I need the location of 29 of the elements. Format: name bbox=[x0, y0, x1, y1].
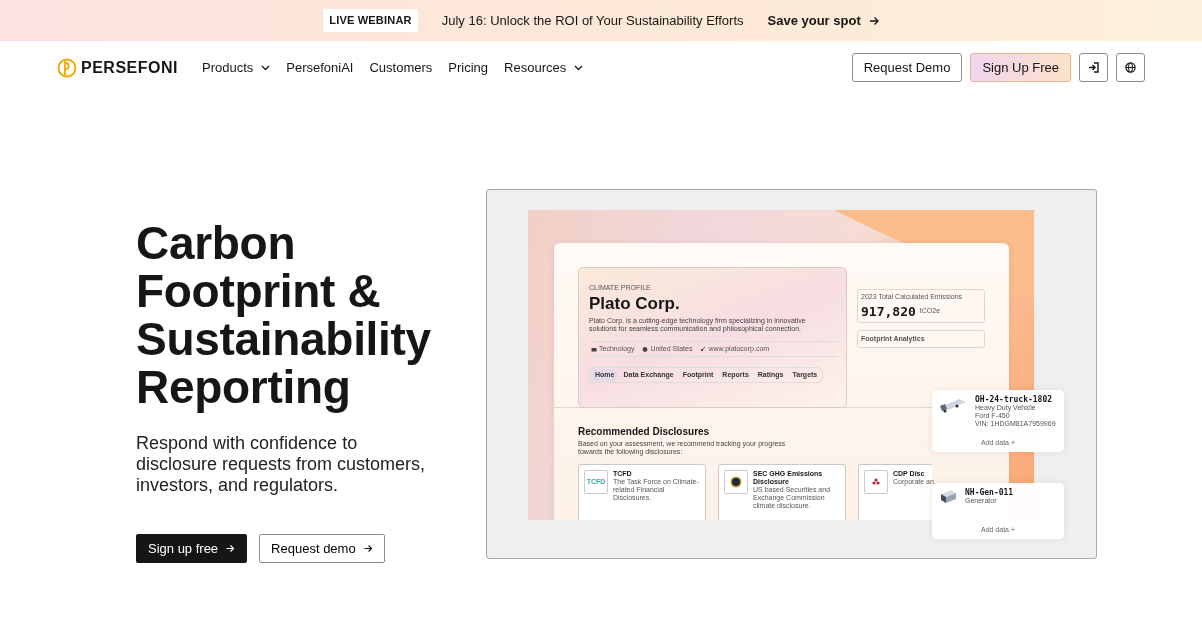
badge: LIVE WEBINAR bbox=[323, 9, 418, 32]
seal-icon bbox=[730, 476, 742, 488]
sign-up-button[interactable]: Sign Up Free bbox=[970, 53, 1071, 82]
request-demo-button[interactable]: Request demo bbox=[259, 534, 385, 563]
request-demo-button[interactable]: Request Demo bbox=[851, 53, 963, 82]
nav-link[interactable]: Products bbox=[201, 57, 271, 78]
generator-icon bbox=[939, 488, 957, 504]
asset-name: OH-24-truck-1802 bbox=[975, 395, 1054, 404]
login-button[interactable] bbox=[1079, 53, 1108, 82]
login-icon bbox=[1088, 62, 1099, 73]
language-button[interactable] bbox=[1116, 53, 1145, 82]
nav-link[interactable]: PersefoniAI bbox=[286, 57, 354, 78]
sign-up-free-button[interactable]: Sign up free bbox=[136, 534, 248, 563]
nav-link[interactable]: Resources bbox=[504, 57, 584, 78]
banner-text: July 16: Unlock the ROI of Your Sustainability Efforts bbox=[441, 11, 744, 30]
hero-title: Carbon Footprint & Sustainability Reporting bbox=[136, 219, 432, 411]
nav-link[interactable]: Pricing bbox=[448, 57, 489, 78]
arrow-right-icon bbox=[363, 544, 373, 553]
logo-text: PERSEFONI bbox=[81, 57, 178, 78]
banner-link[interactable]: Save your spot bbox=[767, 10, 879, 31]
emissions-value: 917,820 bbox=[861, 304, 916, 319]
section-title: Recommended Disclosures bbox=[578, 426, 711, 438]
hero-subtitle: Respond with confidence to disclosure requests from customers, investors, and regulators. bbox=[136, 433, 426, 496]
company-name: Plato Corp. bbox=[589, 294, 681, 314]
logo-icon bbox=[57, 57, 77, 78]
nav-link[interactable]: Customers bbox=[369, 57, 433, 78]
arrow-right-icon bbox=[226, 544, 236, 553]
asset-name: NH-Gen-011 bbox=[965, 488, 1014, 497]
arrow-right-icon bbox=[868, 15, 879, 26]
